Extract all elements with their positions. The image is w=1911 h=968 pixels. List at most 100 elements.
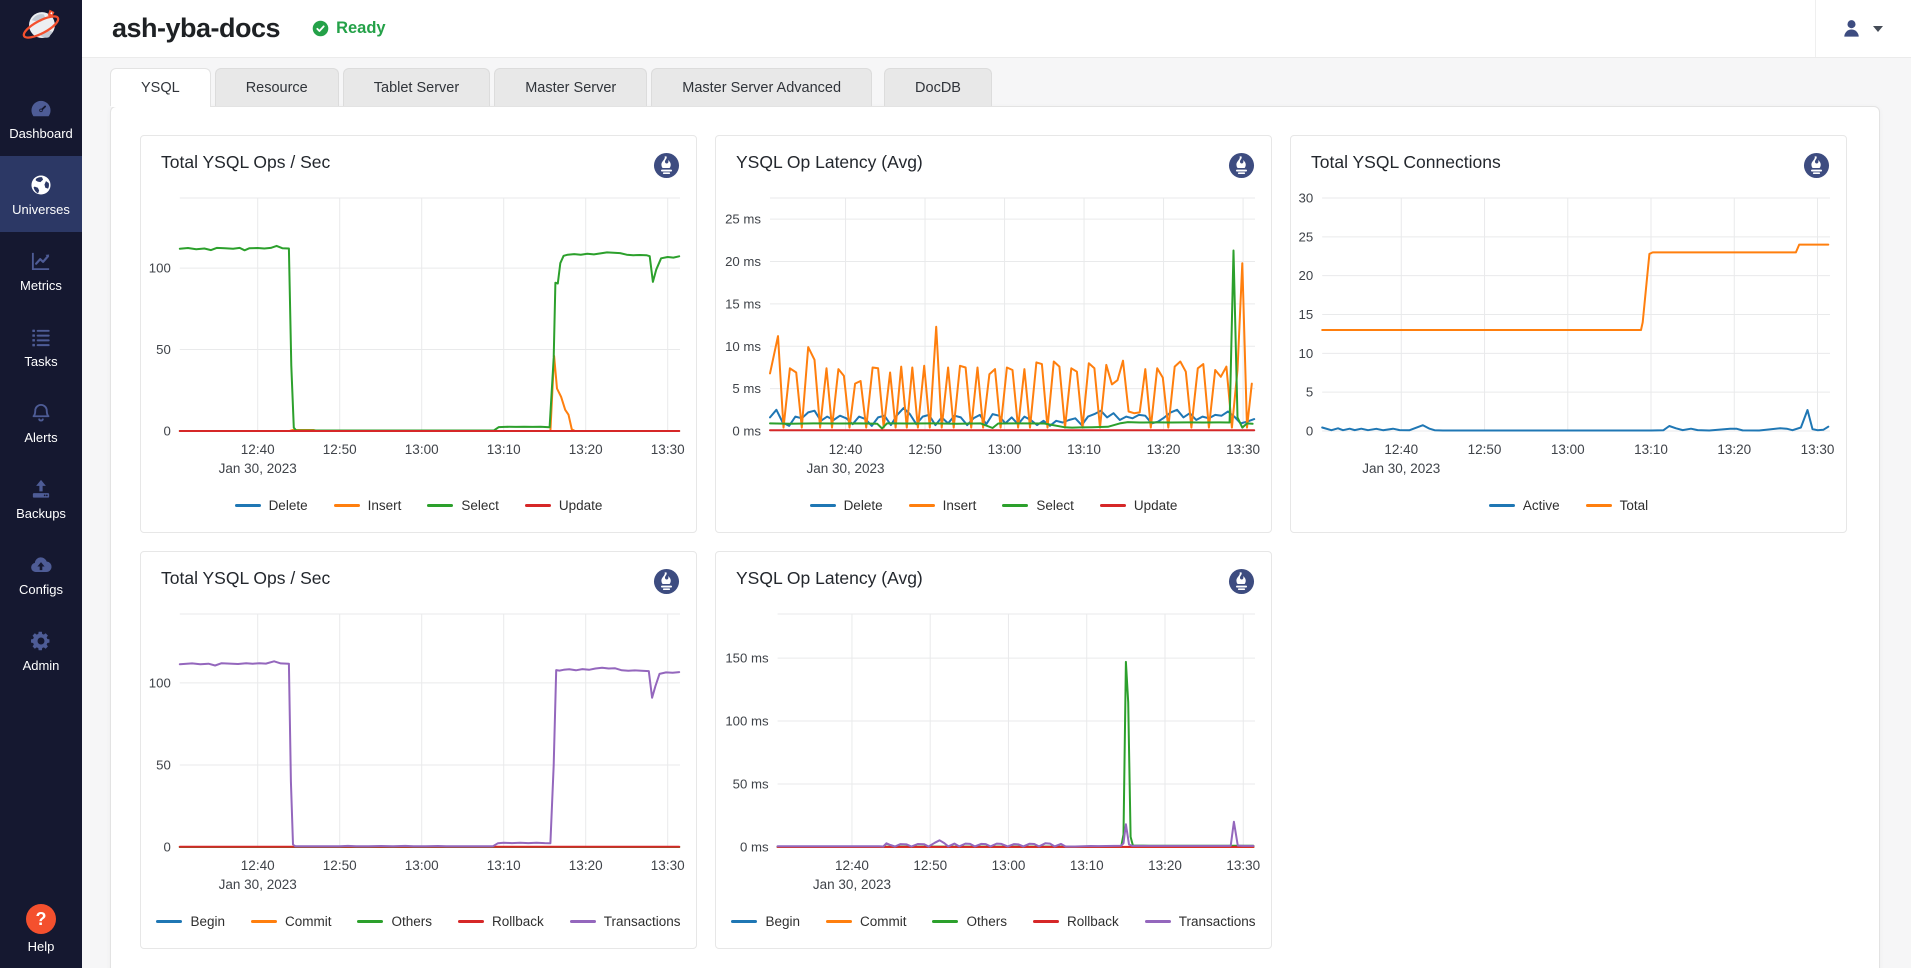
x-tick-label: 13:20 bbox=[569, 858, 603, 873]
y-tick-label: 100 ms bbox=[725, 714, 769, 729]
globe-icon bbox=[28, 172, 54, 198]
legend-item-others[interactable]: Others bbox=[932, 914, 1007, 929]
prometheus-icon[interactable] bbox=[653, 152, 680, 179]
user-menu-button[interactable] bbox=[1815, 0, 1911, 57]
series-line-insert bbox=[180, 356, 679, 431]
tab-label: YSQL bbox=[141, 80, 180, 96]
legend-item-active[interactable]: Active bbox=[1489, 498, 1560, 513]
x-axis-date-label: Jan 30, 2023 bbox=[1362, 461, 1440, 476]
sidebar-item-universes[interactable]: Universes bbox=[0, 156, 82, 232]
chart-legend: Delete Insert Select Update bbox=[716, 478, 1271, 532]
legend-label: Active bbox=[1523, 498, 1560, 513]
sidebar-item-admin[interactable]: Admin bbox=[0, 612, 82, 688]
tab-label: Master Server Advanced bbox=[682, 80, 841, 96]
legend-item-commit[interactable]: Commit bbox=[251, 914, 332, 929]
status-badge: Ready bbox=[312, 19, 386, 38]
app-logo[interactable] bbox=[0, 0, 82, 58]
task-list-icon bbox=[28, 324, 54, 350]
legend-label: Transactions bbox=[1179, 914, 1256, 929]
legend-item-commit[interactable]: Commit bbox=[826, 914, 907, 929]
sidebar-item-label: Configs bbox=[19, 582, 63, 597]
chart-title: YSQL Op Latency (Avg) bbox=[736, 568, 923, 589]
legend-item-rollback[interactable]: Rollback bbox=[458, 914, 544, 929]
cloud-upload-icon bbox=[28, 552, 54, 578]
series-line-total bbox=[1322, 245, 1828, 330]
x-axis-date-label: Jan 30, 2023 bbox=[219, 877, 297, 892]
chart-card: YSQL Op Latency (Avg)0 ms50 ms100 ms150 … bbox=[715, 551, 1272, 949]
sidebar-item-tasks[interactable]: Tasks bbox=[0, 308, 82, 384]
series-line-select bbox=[180, 246, 679, 431]
gear-icon bbox=[28, 628, 54, 654]
x-tick-label: 13:00 bbox=[992, 858, 1026, 873]
x-tick-label: 12:40 bbox=[241, 442, 275, 457]
legend-swatch bbox=[909, 504, 935, 507]
chart-title: YSQL Op Latency (Avg) bbox=[736, 152, 923, 173]
x-tick-label: 12:50 bbox=[323, 858, 357, 873]
legend-item-transactions[interactable]: Transactions bbox=[1145, 914, 1256, 929]
tab-ysql[interactable]: YSQL bbox=[110, 68, 211, 106]
x-tick-label: 13:10 bbox=[487, 442, 521, 457]
legend-item-delete[interactable]: Delete bbox=[810, 498, 883, 513]
ready-check-icon bbox=[312, 20, 329, 37]
chart-card-header: YSQL Op Latency (Avg) bbox=[716, 552, 1271, 598]
chart-legend: Begin Commit Others Rollback Transactions bbox=[141, 894, 696, 948]
chart-title: Total YSQL Connections bbox=[1311, 152, 1501, 173]
legend-item-begin[interactable]: Begin bbox=[731, 914, 800, 929]
legend-label: Begin bbox=[765, 914, 800, 929]
legend-item-transactions[interactable]: Transactions bbox=[570, 914, 681, 929]
legend-item-select[interactable]: Select bbox=[427, 498, 499, 513]
sidebar-item-configs[interactable]: Configs bbox=[0, 536, 82, 612]
y-tick-label: 0 bbox=[163, 424, 170, 439]
tab-resource[interactable]: Resource bbox=[215, 68, 339, 106]
legend-swatch bbox=[458, 920, 484, 923]
legend-item-select[interactable]: Select bbox=[1002, 498, 1074, 513]
legend-label: Commit bbox=[860, 914, 907, 929]
legend-item-total[interactable]: Total bbox=[1586, 498, 1649, 513]
sidebar-item-help[interactable]: ? Help bbox=[0, 904, 82, 954]
x-tick-label: 13:20 bbox=[1148, 858, 1182, 873]
tab-master-server-advanced[interactable]: Master Server Advanced bbox=[651, 68, 872, 106]
legend-item-begin[interactable]: Begin bbox=[156, 914, 225, 929]
legend-item-insert[interactable]: Insert bbox=[909, 498, 977, 513]
x-tick-label: 13:20 bbox=[1147, 442, 1181, 457]
chart-plot: 05101520253012:4012:5013:0013:1013:2013:… bbox=[1291, 182, 1848, 478]
x-tick-label: 13:20 bbox=[569, 442, 603, 457]
legend-swatch bbox=[525, 504, 551, 507]
tab-master-server[interactable]: Master Server bbox=[494, 68, 647, 106]
legend-item-rollback[interactable]: Rollback bbox=[1033, 914, 1119, 929]
legend-swatch bbox=[235, 504, 261, 507]
y-tick-label: 50 bbox=[156, 757, 171, 772]
tab-tablet-server[interactable]: Tablet Server bbox=[343, 68, 490, 106]
x-tick-label: 13:00 bbox=[405, 858, 439, 873]
prometheus-icon[interactable] bbox=[1228, 568, 1255, 595]
legend-item-delete[interactable]: Delete bbox=[235, 498, 308, 513]
y-tick-label: 0 ms bbox=[740, 840, 769, 855]
legend-swatch bbox=[357, 920, 383, 923]
chart-plot: 05010012:4012:5013:0013:1013:2013:30Jan … bbox=[141, 598, 698, 894]
metrics-panel: Total YSQL Ops / Sec05010012:4012:5013:0… bbox=[110, 106, 1880, 968]
sidebar-item-alerts[interactable]: Alerts bbox=[0, 384, 82, 460]
tab-label: Resource bbox=[246, 80, 308, 96]
legend-swatch bbox=[334, 504, 360, 507]
tab-docdb[interactable]: DocDB bbox=[884, 68, 992, 106]
chart-legend: Delete Insert Select Update bbox=[141, 478, 696, 532]
y-tick-label: 10 bbox=[1299, 346, 1314, 361]
sidebar-item-dashboard[interactable]: Dashboard bbox=[0, 80, 82, 156]
legend-item-update[interactable]: Update bbox=[525, 498, 603, 513]
prometheus-icon[interactable] bbox=[1228, 152, 1255, 179]
legend-item-insert[interactable]: Insert bbox=[334, 498, 402, 513]
legend-item-update[interactable]: Update bbox=[1100, 498, 1178, 513]
legend-label: Select bbox=[1036, 498, 1074, 513]
x-tick-label: 13:30 bbox=[1226, 858, 1260, 873]
sidebar-item-metrics[interactable]: Metrics bbox=[0, 232, 82, 308]
sidebar-item-backups[interactable]: Backups bbox=[0, 460, 82, 536]
x-tick-label: 13:00 bbox=[988, 442, 1022, 457]
series-line-select bbox=[770, 251, 1253, 429]
legend-label: Begin bbox=[190, 914, 225, 929]
series-line-transactions bbox=[180, 661, 679, 846]
prometheus-icon[interactable] bbox=[653, 568, 680, 595]
prometheus-icon[interactable] bbox=[1803, 152, 1830, 179]
sidebar-item-label: Backups bbox=[16, 506, 66, 521]
legend-item-others[interactable]: Others bbox=[357, 914, 432, 929]
cards: Total YSQL Ops / Sec05010012:4012:5013:0… bbox=[111, 107, 1879, 968]
